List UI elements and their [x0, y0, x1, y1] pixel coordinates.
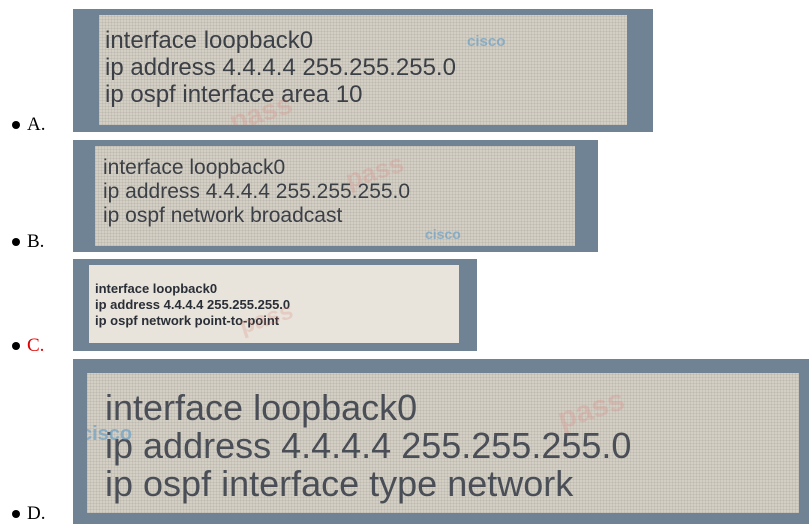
config-image: interface loopback0 ip address 4.4.4.4 2…: [73, 359, 809, 524]
option-letter: B.: [27, 231, 45, 252]
option-letter: A.: [27, 114, 46, 135]
config-snippet: interface loopback0 ip address 4.4.4.4 2…: [87, 373, 799, 513]
config-image: interface loopback0 ip address 4.4.4.4 2…: [73, 140, 598, 252]
bullet-icon: [12, 342, 20, 350]
bullet-icon: [12, 121, 20, 129]
config-snippet: interface loopback0 ip address 4.4.4.4 2…: [99, 15, 627, 125]
cisco-logo: cisco: [425, 226, 461, 242]
config-snippet: interface loopback0 ip address 4.4.4.4 2…: [89, 265, 459, 343]
config-image: interface loopback0 ip address 4.4.4.4 2…: [73, 259, 477, 351]
config-snippet: interface loopback0 ip address 4.4.4.4 2…: [95, 146, 575, 246]
bullet-icon: [12, 238, 20, 246]
option-letter: D.: [27, 503, 46, 524]
option-letter: C.: [27, 335, 45, 356]
config-image: interface loopback0 ip address 4.4.4.4 2…: [73, 9, 653, 132]
bullet-icon: [12, 510, 20, 518]
